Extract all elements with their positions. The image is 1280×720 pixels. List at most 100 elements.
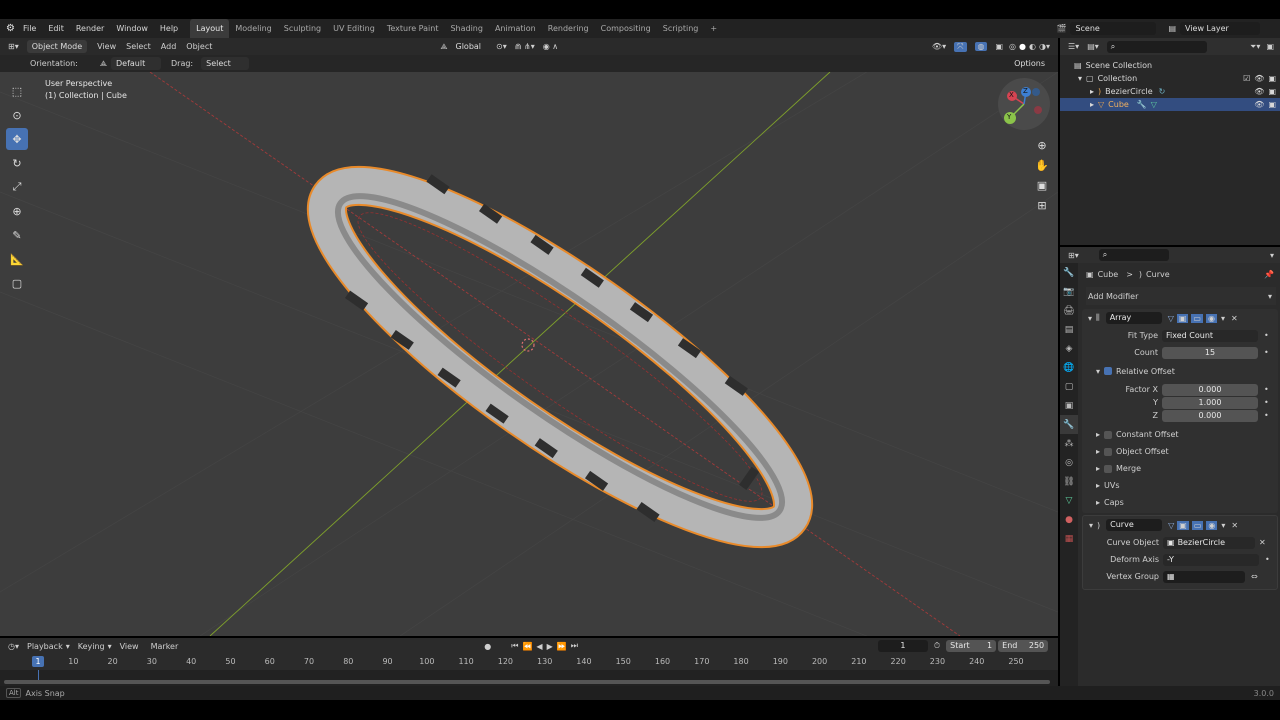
viewport-toggle-icon[interactable]: ▭ bbox=[1191, 313, 1203, 323]
annotate-icon[interactable]: ✎ bbox=[6, 224, 28, 246]
scene-selector[interactable]: Scene bbox=[1070, 22, 1157, 35]
invert-arrows-icon[interactable]: ⇔ bbox=[1251, 572, 1258, 581]
factor-y-input[interactable]: 1.000 bbox=[1162, 396, 1258, 409]
current-frame-input[interactable]: 1 bbox=[877, 640, 928, 652]
object-offset-checkbox[interactable] bbox=[1104, 447, 1113, 456]
gizmo-toggle-icon[interactable]: ⤧ bbox=[954, 41, 967, 52]
caps-row[interactable]: ▸ Caps bbox=[1082, 494, 1278, 511]
tab-shading[interactable]: Shading bbox=[444, 19, 489, 38]
tab-rendering[interactable]: Rendering bbox=[542, 19, 595, 38]
data-tab-icon[interactable]: ▽ bbox=[1060, 491, 1078, 510]
collapse-arrow-icon[interactable]: ▾ bbox=[1088, 314, 1092, 323]
deform-axis-select[interactable]: -Y bbox=[1163, 553, 1259, 566]
drag-selector[interactable]: Select Box bbox=[201, 57, 250, 81]
visibility-icon[interactable]: 👁▾ bbox=[932, 42, 946, 51]
stopwatch-icon[interactable]: ⏱ bbox=[934, 641, 940, 651]
output-tab-icon[interactable]: 🖨 bbox=[1060, 301, 1078, 320]
pin-icon[interactable]: 📌 bbox=[1264, 270, 1274, 279]
3d-viewport[interactable]: User Perspective (1) Collection | Cube X… bbox=[0, 72, 1058, 636]
constant-offset-checkbox[interactable] bbox=[1104, 430, 1113, 439]
mode-selector[interactable]: Object Mode bbox=[26, 40, 88, 53]
scene-tab-icon[interactable]: ◈ bbox=[1060, 339, 1078, 358]
shading-rendered-icon[interactable]: ◑▾ bbox=[1039, 42, 1050, 51]
tab-compositing[interactable]: Compositing bbox=[595, 19, 657, 38]
options-button[interactable]: Options bbox=[1009, 57, 1050, 70]
keyframe-next-icon[interactable]: ⏩ bbox=[557, 642, 567, 651]
menu-select[interactable]: Select bbox=[126, 42, 151, 51]
menu-object[interactable]: Object bbox=[186, 42, 212, 51]
keyframe-dot-icon[interactable]: • bbox=[1265, 555, 1270, 564]
overlay-toggle-icon[interactable]: ◍ bbox=[974, 42, 988, 51]
jump-start-icon[interactable]: ⏮ bbox=[511, 641, 518, 651]
zoom-icon[interactable]: ⊕ bbox=[1034, 136, 1050, 156]
new-collection-icon[interactable]: ▣ bbox=[1266, 42, 1274, 51]
object-tab-icon[interactable]: ▣ bbox=[1060, 396, 1078, 415]
jump-end-icon[interactable]: ⏭ bbox=[571, 641, 578, 651]
outliner-search-input[interactable]: ⌕ bbox=[1106, 40, 1207, 53]
material-tab-icon[interactable]: ● bbox=[1060, 510, 1078, 529]
viewport-toggle-icon[interactable]: ▭ bbox=[1191, 520, 1204, 530]
view-layer-tab-icon[interactable]: ▤ bbox=[1060, 320, 1078, 339]
display-mode-icon[interactable]: ▤▾ bbox=[1087, 42, 1099, 51]
tab-texture-paint[interactable]: Texture Paint bbox=[381, 19, 445, 38]
cage-toggle-icon[interactable]: ▣ bbox=[1176, 313, 1189, 323]
xray-icon[interactable]: ▣ bbox=[995, 42, 1003, 51]
expand-arrow-icon[interactable]: ▸ bbox=[1090, 85, 1094, 98]
expand-arrow-icon[interactable]: ▸ bbox=[1090, 98, 1094, 111]
pivot-icon[interactable]: ⊙▾ bbox=[496, 42, 507, 51]
merge-row[interactable]: ▸ Merge bbox=[1082, 460, 1278, 477]
menu-marker[interactable]: Marker bbox=[151, 642, 179, 651]
shading-solid-icon[interactable]: ● bbox=[1019, 42, 1026, 51]
menu-add[interactable]: Add bbox=[161, 42, 177, 51]
count-input[interactable]: 15 bbox=[1162, 346, 1258, 359]
relative-offset-checkbox[interactable] bbox=[1104, 367, 1113, 375]
eye-icon[interactable]: 👁 bbox=[1254, 72, 1264, 85]
constraints-tab-icon[interactable]: ⛓ bbox=[1060, 472, 1078, 491]
menu-render[interactable]: Render bbox=[76, 24, 104, 33]
outliner-editor-icon[interactable]: ☰▾ bbox=[1068, 42, 1079, 51]
curve-name-input[interactable]: Curve bbox=[1106, 519, 1163, 531]
camera-render-icon[interactable]: ▣ bbox=[1268, 98, 1276, 111]
dropdown-arrow-icon[interactable]: ▾ bbox=[1221, 521, 1225, 530]
keyframe-dot-icon[interactable]: • bbox=[1264, 398, 1269, 407]
tab-modeling[interactable]: Modeling bbox=[229, 19, 277, 38]
vertex-group-input[interactable]: ▦ bbox=[1163, 570, 1245, 583]
play-icon[interactable]: ▶ bbox=[547, 642, 553, 651]
tab-uv-editing[interactable]: UV Editing bbox=[327, 19, 381, 38]
exclude-checkbox-icon[interactable]: ☑ bbox=[1243, 72, 1250, 85]
particles-tab-icon[interactable]: ⁂ bbox=[1060, 434, 1078, 453]
perspective-grid-icon[interactable]: ⊞ bbox=[1034, 196, 1050, 216]
proportional-edit-icon[interactable]: ◉ ∧ bbox=[543, 42, 558, 51]
close-icon[interactable]: ✕ bbox=[1231, 314, 1238, 323]
menu-window[interactable]: Window bbox=[116, 24, 148, 33]
pan-hand-icon[interactable]: ✋ bbox=[1034, 156, 1050, 176]
merge-checkbox[interactable] bbox=[1104, 464, 1113, 473]
world-tab-icon[interactable]: 🌐 bbox=[1060, 358, 1078, 377]
ring-object[interactable] bbox=[281, 124, 840, 589]
record-icon[interactable]: ● bbox=[484, 642, 491, 651]
timeline-editor-icon[interactable]: ◷▾ bbox=[8, 642, 19, 651]
navigation-gizmo[interactable]: X Y Z bbox=[998, 78, 1050, 130]
playhead-marker[interactable]: 1 bbox=[32, 656, 44, 667]
expand-arrow-icon[interactable]: ▾ bbox=[1078, 72, 1082, 85]
camera-icon[interactable]: ▣ bbox=[1034, 176, 1050, 196]
tab-layout[interactable]: Layout bbox=[190, 19, 230, 38]
texture-tab-icon[interactable]: ▦ bbox=[1060, 529, 1078, 548]
edit-mode-toggle-icon[interactable]: ▽ bbox=[1168, 314, 1174, 323]
move-icon[interactable]: ✥ bbox=[6, 128, 28, 150]
keyframe-dot-icon[interactable]: • bbox=[1264, 411, 1269, 420]
3d-cursor[interactable] bbox=[521, 338, 535, 352]
edit-mode-toggle-icon[interactable]: ▽ bbox=[1168, 521, 1174, 530]
view-layer-selector[interactable]: View Layer bbox=[1180, 22, 1260, 35]
add-cube-icon[interactable]: ▢ bbox=[6, 272, 28, 294]
filter-icon[interactable]: ⏷▾ bbox=[1250, 42, 1260, 52]
factor-x-input[interactable]: 0.000 bbox=[1162, 383, 1258, 396]
properties-editor-icon[interactable]: ⊞▾ bbox=[1068, 251, 1079, 260]
keyframe-dot-icon[interactable]: • bbox=[1264, 385, 1269, 394]
factor-z-input[interactable]: 0.000 bbox=[1162, 409, 1258, 422]
eye-icon[interactable]: 👁 bbox=[1254, 85, 1264, 98]
physics-tab-icon[interactable]: ◎ bbox=[1060, 453, 1078, 472]
render-tab-icon[interactable]: 📷 bbox=[1060, 282, 1078, 301]
end-frame-field[interactable]: End 250 bbox=[998, 640, 1049, 652]
keyframe-dot-icon[interactable]: • bbox=[1264, 348, 1269, 357]
